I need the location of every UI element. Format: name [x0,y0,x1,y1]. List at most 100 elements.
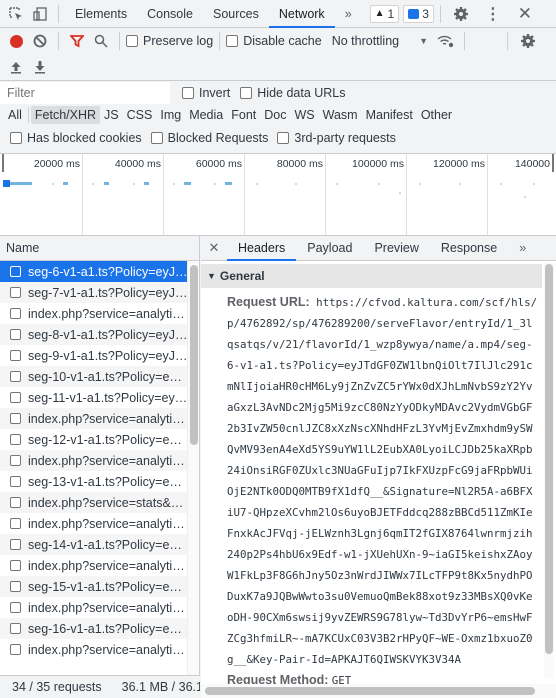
search-button[interactable] [89,29,113,53]
request-row[interactable]: index.php?service=analytics... [0,303,188,324]
record-button[interactable] [4,29,28,53]
tab-elements[interactable]: Elements [65,0,137,28]
request-row[interactable]: index.php?service=analytics... [0,639,188,660]
filter-button[interactable] [65,29,89,53]
settings-gear-icon[interactable] [449,2,473,26]
request-row[interactable]: seg-10-v1-a1.ts?Policy=eyJ... [0,366,188,387]
checkbox[interactable] [277,132,290,144]
request-url-value: https://cfvod.kaltura.com/scf/hls/p/4762… [227,296,538,666]
inspect-element-icon[interactable] [4,2,28,26]
request-row[interactable]: seg-11-v1-a1.ts?Policy=eyJ... [0,387,188,408]
request-name: seg-12-v1-a1.ts?Policy=eyJ... [28,432,188,447]
device-toolbar-icon[interactable] [28,2,52,26]
type-filter-js[interactable]: JS [100,106,123,124]
blocked-requests-checkbox[interactable]: Blocked Requests [150,131,268,145]
third-party-requests-checkbox[interactable]: 3rd-party requests [277,131,396,145]
close-icon[interactable]: ✕ [513,2,537,26]
clear-button[interactable] [28,29,52,53]
request-row[interactable]: seg-7-v1-a1.ts?Policy=eyJT... [0,282,188,303]
network-conditions-button[interactable] [434,29,458,53]
type-filter-doc[interactable]: Doc [260,106,290,124]
request-row[interactable]: index.php?service=analytics... [0,450,188,471]
type-filter-media[interactable]: Media [185,106,227,124]
request-row[interactable]: seg-14-v1-a1.ts?Policy=eyJ... [0,534,188,555]
details-hscrollbar-track[interactable] [201,684,556,698]
type-filter-wasm[interactable]: Wasm [319,106,362,124]
overview-right-handle[interactable] [552,154,554,172]
has-blocked-cookies-checkbox[interactable]: Has blocked cookies [10,131,142,145]
request-name: seg-13-v1-a1.ts?Policy=eyJ... [28,474,188,489]
invert-label: Invert [199,85,231,100]
warnings-badge[interactable]: ▲ 1 [369,4,400,23]
tick-label: 20000 ms [33,158,80,170]
tab-payload[interactable]: Payload [296,236,363,261]
request-row[interactable]: seg-15-v1-a1.ts?Policy=eyJ... [0,576,188,597]
type-filter-ws[interactable]: WS [290,106,318,124]
kebab-menu-icon[interactable]: ⋮ [481,2,505,26]
tab-headers[interactable]: Headers [227,236,297,261]
tab-network[interactable]: Network [268,0,335,28]
request-row[interactable]: index.php?service=analytics... [0,597,188,618]
overview-left-handle[interactable] [2,154,4,172]
request-name: seg-11-v1-a1.ts?Policy=eyJ... [28,390,188,405]
export-har-button[interactable] [28,55,52,79]
request-type-icon [10,539,21,550]
throttling-select[interactable]: No throttling ▼ [332,34,428,48]
disable-cache-checkbox[interactable]: Disable cache [226,34,322,48]
checkbox[interactable] [182,86,194,99]
message-icon [408,8,420,19]
request-mark [533,183,535,185]
hide-data-urls-label: Hide data URLs [257,85,346,100]
type-filter-img[interactable]: Img [156,106,185,124]
type-filter-css[interactable]: CSS [123,106,157,124]
request-row[interactable]: seg-12-v1-a1.ts?Policy=eyJ... [0,429,188,450]
general-section-header[interactable]: ▼ General [201,264,542,288]
network-overview-timeline[interactable]: 20000 ms 40000 ms 60000 ms 80000 ms 1000… [0,153,556,236]
type-filter-font[interactable]: Font [227,106,260,124]
request-row[interactable]: index.php?service=analytics... [0,513,188,534]
request-row[interactable]: seg-9-v1-a1.ts?Policy=eyJT... [0,345,188,366]
close-details-icon[interactable]: ✕ [201,240,227,256]
tab-response[interactable]: Response [430,236,508,261]
request-row[interactable]: seg-16-v1-a1.ts?Policy=eyJ... [0,618,188,639]
filter-input[interactable]: Filter [0,81,170,104]
divider [58,32,59,50]
request-details-pane: ✕ Headers Payload Preview Response » ▼ G… [201,236,556,698]
name-column-header[interactable]: Name [0,236,199,261]
more-tabs-button[interactable]: » [335,0,362,28]
network-settings-gear-icon[interactable] [516,29,540,53]
tab-console[interactable]: Console [137,0,203,28]
checkbox[interactable] [240,86,253,99]
request-name: index.php?service=analytics... [28,600,188,615]
checkbox[interactable] [226,35,239,47]
checkbox[interactable] [126,35,138,47]
details-scrollbar-thumb[interactable] [545,264,553,654]
import-har-button[interactable] [4,55,28,79]
more-detail-tabs-button[interactable]: » [508,236,537,261]
request-row[interactable]: seg-8-v1-a1.ts?Policy=eyJT... [0,324,188,345]
request-row[interactable]: index.php?service=stats&api... [0,492,188,513]
type-filter-manifest[interactable]: Manifest [362,106,417,124]
request-row[interactable]: seg-6-v1-a1.ts?Policy=eyJT... [0,261,188,282]
tab-sources[interactable]: Sources [203,0,269,28]
details-scrollbar-track[interactable] [544,262,554,678]
hide-data-urls-checkbox[interactable]: Hide data URLs [240,85,346,100]
tab-preview[interactable]: Preview [363,236,429,261]
details-hscrollbar-thumb[interactable] [205,687,535,695]
messages-badge[interactable]: 3 [403,4,434,23]
request-list-scrollbar-thumb[interactable] [190,265,198,445]
request-mark [378,183,380,185]
type-filter-other[interactable]: Other [417,106,456,124]
checkbox[interactable] [10,132,22,144]
request-list-scrollbar-track[interactable] [187,261,199,675]
request-row[interactable]: seg-13-v1-a1.ts?Policy=eyJ... [0,471,188,492]
request-type-icon [10,581,21,592]
type-filter-fetch-xhr[interactable]: Fetch/XHR [30,106,101,124]
checkbox[interactable] [150,132,163,144]
invert-checkbox[interactable]: Invert [182,86,230,100]
request-row[interactable]: index.php?service=analytics... [0,555,188,576]
third-party-requests-label: 3rd-party requests [294,131,396,145]
type-filter-all[interactable]: All [4,106,26,124]
request-row[interactable]: index.php?service=analytics... [0,408,188,429]
preserve-log-checkbox[interactable]: Preserve log [126,34,213,48]
